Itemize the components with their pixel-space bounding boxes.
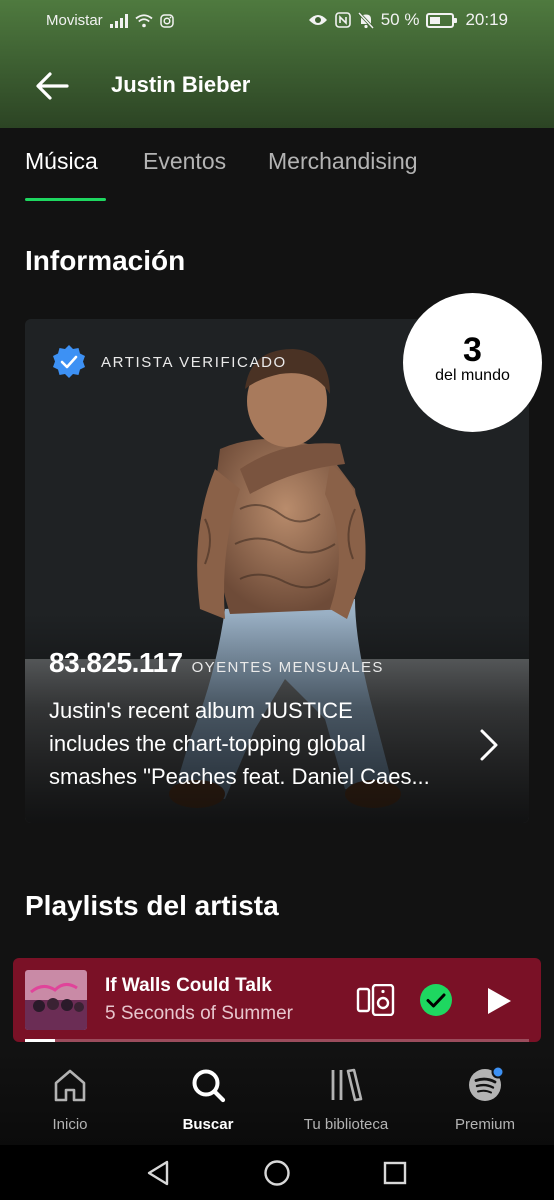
playback-progress (25, 1039, 529, 1042)
active-tab-indicator (25, 198, 106, 201)
page-title: Justin Bieber (111, 72, 251, 97)
nav-premium[interactable]: Premium (445, 1066, 525, 1133)
signal-icon (109, 13, 128, 28)
world-rank-label: del mundo (435, 367, 510, 384)
library-icon (331, 1068, 363, 1102)
monthly-listeners-count: 83.825.117 (49, 647, 183, 678)
artist-bio: Justin's recent album JUSTICE includes t… (49, 694, 479, 793)
battery-icon (426, 12, 458, 28)
tab-merchandising[interactable]: Merchandising (268, 148, 418, 175)
play-icon[interactable] (485, 986, 513, 1016)
chevron-right-icon (480, 729, 498, 761)
verified-badge-icon (53, 345, 85, 378)
system-recents-icon[interactable] (380, 1158, 410, 1188)
monthly-listeners: 83.825.117 OYENTES MENSUALES (49, 647, 384, 679)
tab-eventos[interactable]: Eventos (143, 148, 226, 175)
system-home-icon[interactable] (262, 1158, 292, 1188)
track-title: If Walls Could Talk (105, 975, 272, 996)
bio-line: Justin's recent album JUSTICE (49, 698, 353, 723)
nav-search[interactable]: Buscar (168, 1066, 248, 1133)
status-bar: Movistar 50 % 20:19 (0, 0, 554, 44)
nav-label: Premium (454, 1116, 515, 1133)
track-artist: 5 Seconds of Summer (105, 1003, 293, 1024)
home-icon (54, 1069, 86, 1102)
nav-library[interactable]: Tu biblioteca (296, 1066, 396, 1133)
world-rank-badge: 3 del mundo (403, 293, 542, 432)
instagram-icon (159, 13, 174, 28)
mute-bell-icon (357, 11, 374, 29)
album-cover (25, 970, 87, 1030)
now-playing-bar[interactable]: If Walls Could Talk 5 Seconds of Summer (13, 958, 541, 1042)
system-back-icon[interactable] (143, 1158, 173, 1188)
info-section-title: Información (25, 245, 186, 276)
verified-label: ARTISTA VERIFICADO (101, 353, 287, 371)
search-icon (192, 1069, 226, 1103)
wifi-icon (135, 13, 153, 27)
playback-progress-fill (25, 1039, 56, 1042)
eye-icon (308, 15, 327, 25)
nav-label: Buscar (182, 1116, 234, 1133)
playlists-section-title: Playlists del artista (25, 890, 279, 921)
top-bar: Justin Bieber (0, 50, 554, 120)
world-rank-number: 3 (463, 331, 482, 369)
monthly-listeners-label: OYENTES MENSUALES (191, 659, 384, 676)
back-arrow-icon[interactable] (30, 64, 74, 108)
spotify-icon (469, 1066, 504, 1101)
nav-label: Inicio (52, 1116, 88, 1133)
system-navigation-bar (0, 1145, 554, 1200)
tab-bar: Música Eventos Merchandising (0, 148, 554, 204)
verified-badge-row: ARTISTA VERIFICADO (51, 344, 287, 380)
nav-label: Tu biblioteca (303, 1116, 389, 1133)
bio-line: smashes "Peaches feat. Daniel Caes... (49, 764, 430, 789)
bottom-navigation: Inicio Buscar Tu biblioteca Premium (0, 1050, 554, 1145)
status-left: Movistar (46, 12, 174, 29)
liked-check-icon[interactable] (419, 983, 453, 1017)
clock: 20:19 (465, 10, 508, 29)
status-right: 50 % 20:19 (308, 10, 508, 30)
battery-percent: 50 % (380, 10, 420, 29)
nav-home[interactable]: Inicio (30, 1066, 110, 1133)
carrier-name: Movistar (46, 12, 103, 29)
bio-line: includes the chart-topping global (49, 731, 366, 756)
nfc-icon (334, 12, 351, 28)
tab-musica[interactable]: Música (25, 148, 98, 175)
connect-devices-icon[interactable] (356, 984, 396, 1016)
